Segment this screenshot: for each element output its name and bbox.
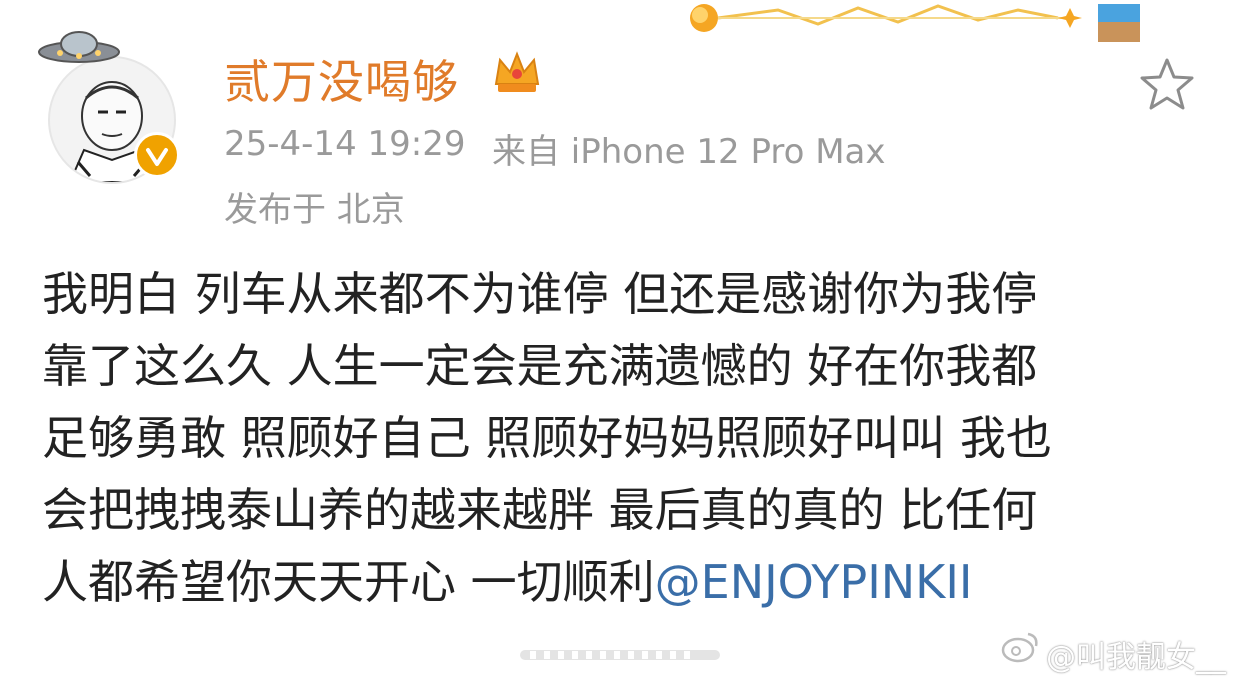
post-line-text: 人都希望你天天开心 一切顺利 <box>42 555 655 609</box>
card-decoration <box>690 4 1140 42</box>
post-timestamp: 25-4-14 19:29 <box>224 124 466 164</box>
username[interactable]: 贰万没喝够 <box>224 46 459 112</box>
post-line-last: 人都希望你天天开心 一切顺利@ENJOYPINKII <box>42 546 1202 618</box>
post-line: 靠了这么久 人生一定会是充满遗憾的 好在你我都 <box>42 339 1038 393</box>
star-icon[interactable] <box>1138 56 1196 114</box>
watermark-text: @叫我靓女__ <box>1046 640 1226 675</box>
post-body: 我明白 列车从来都不为谁停 但还是感谢你为我停 靠了这么久 人生一定会是充满遗憾… <box>42 258 1202 618</box>
post-source: 来自 iPhone 12 Pro Max <box>492 132 886 172</box>
ufo-icon <box>38 31 120 63</box>
crown-icon <box>494 51 540 92</box>
post-line: 会把拽拽泰山养的越来越胖 最后真的真的 比任何 <box>42 483 1038 537</box>
post-line: 我明白 列车从来都不为谁停 但还是感谢你为我停 <box>42 267 1038 321</box>
image-loading-bar <box>520 650 720 660</box>
avatar[interactable] <box>30 20 200 190</box>
watermark: @叫我靓女__ <box>1000 632 1226 676</box>
mention-link[interactable]: @ENJOYPINKII <box>655 555 973 609</box>
post-line: 足够勇敢 照顾好自己 照顾好妈妈照顾好叫叫 我也 <box>42 411 1052 465</box>
post-location: 发布于 北京 <box>224 190 405 230</box>
verified-badge-icon <box>134 132 180 178</box>
